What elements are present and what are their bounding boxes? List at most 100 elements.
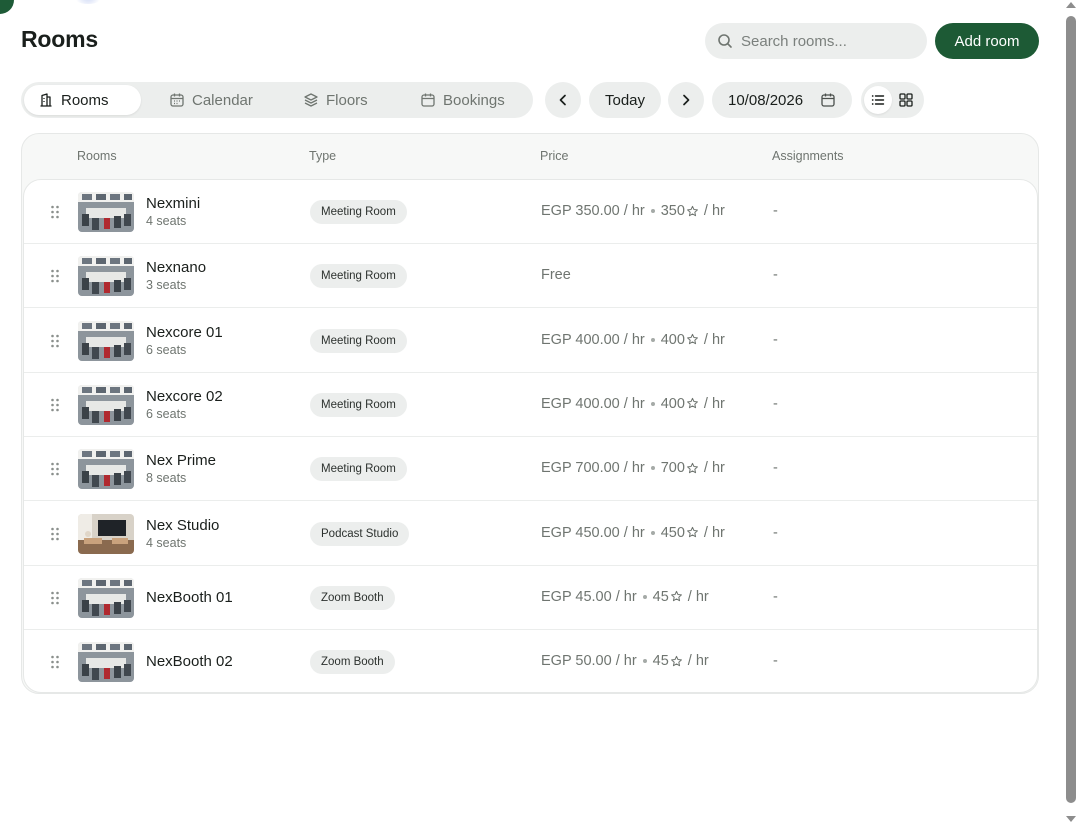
search-input[interactable] bbox=[741, 23, 921, 59]
search-box[interactable] bbox=[705, 23, 927, 59]
scroll-up-arrow[interactable] bbox=[1066, 2, 1076, 8]
room-type-badge: Meeting Room bbox=[310, 392, 407, 417]
room-name[interactable]: NexBooth 02 bbox=[146, 653, 233, 670]
date-picker[interactable]: 10/08/2026 bbox=[712, 82, 852, 118]
scrollbar[interactable] bbox=[1064, 0, 1092, 829]
room-photo bbox=[78, 256, 134, 297]
room-price: EGP 350.00 / hr 350 / hr bbox=[541, 203, 725, 219]
drag-handle[interactable] bbox=[51, 334, 59, 348]
tab-label: Bookings bbox=[443, 91, 505, 109]
credit-star-icon bbox=[686, 333, 698, 345]
room-price: EGP 700.00 / hr 700 / hr bbox=[541, 460, 725, 476]
room-seats: 3 seats bbox=[146, 278, 187, 293]
add-room-button[interactable]: Add room bbox=[935, 23, 1039, 59]
drag-handle[interactable] bbox=[51, 655, 59, 669]
search-icon bbox=[718, 34, 732, 48]
room-name[interactable]: Nexcore 01 bbox=[146, 324, 223, 341]
tab-label: Floors bbox=[326, 91, 368, 109]
room-assignments: - bbox=[773, 588, 778, 605]
tab-rooms[interactable]: Rooms bbox=[24, 85, 141, 115]
table-row[interactable]: Nexmini 4 seats Meeting Room EGP 350.00 / h… bbox=[24, 180, 1037, 244]
separator-dot bbox=[642, 659, 647, 664]
credit-unit-text: / hr bbox=[703, 331, 725, 348]
prev-button[interactable] bbox=[545, 82, 581, 118]
column-header-type: Type bbox=[309, 149, 337, 163]
drag-handle-icon[interactable] bbox=[51, 655, 59, 669]
room-name[interactable]: Nexnano bbox=[146, 259, 206, 276]
tab-floors[interactable]: Floors bbox=[289, 85, 382, 115]
price-text: EGP 450.00 / hr bbox=[541, 524, 645, 541]
column-header-rooms: Rooms bbox=[77, 149, 117, 163]
building-icon bbox=[40, 93, 52, 107]
table-row[interactable]: Nex Studio 4 seats Podcast Studio EGP 450.0… bbox=[24, 502, 1037, 566]
drag-handle-icon[interactable] bbox=[51, 462, 59, 476]
credits-text: 700 bbox=[660, 460, 685, 477]
table-row[interactable]: NexBooth 01 Zoom Booth EGP 45.00 / hr 45 / h… bbox=[24, 566, 1037, 630]
room-assignments: - bbox=[773, 331, 778, 348]
page-header: Rooms Add room bbox=[21, 22, 1039, 60]
drag-handle[interactable] bbox=[51, 527, 59, 541]
room-price: Free bbox=[541, 267, 571, 283]
credit-star-icon bbox=[686, 462, 698, 473]
price-text: EGP 50.00 / hr bbox=[541, 653, 637, 670]
room-name[interactable]: Nexmini bbox=[146, 195, 200, 212]
next-button[interactable] bbox=[668, 82, 704, 118]
drag-handle-icon[interactable] bbox=[51, 527, 59, 541]
drag-handle[interactable] bbox=[51, 269, 59, 283]
room-photo bbox=[78, 513, 134, 554]
room-photo bbox=[78, 192, 134, 232]
drag-handle-icon[interactable] bbox=[51, 269, 59, 283]
grid-icon bbox=[899, 93, 913, 107]
window-corner bbox=[0, 0, 14, 14]
room-photo bbox=[78, 449, 134, 490]
credit-unit-text: / hr bbox=[703, 395, 725, 412]
grid-view-button[interactable] bbox=[892, 86, 920, 114]
credit-star-icon bbox=[686, 205, 698, 216]
room-name[interactable]: Nex Studio bbox=[146, 517, 219, 534]
separator-dot bbox=[650, 337, 655, 342]
room-assignments: - bbox=[773, 395, 778, 412]
credit-star-icon bbox=[686, 526, 698, 538]
drag-handle[interactable] bbox=[51, 462, 59, 476]
price-text: EGP 400.00 / hr bbox=[541, 331, 645, 348]
room-assignments: - bbox=[773, 524, 778, 541]
drag-handle-icon[interactable] bbox=[51, 334, 59, 348]
tab-calendar[interactable]: Calendar bbox=[155, 85, 267, 115]
drag-handle[interactable] bbox=[51, 398, 59, 412]
room-seats: 6 seats bbox=[146, 342, 187, 357]
room-seats: 6 seats bbox=[146, 406, 187, 421]
separator-dot bbox=[650, 209, 655, 213]
tab-label: Calendar bbox=[192, 91, 253, 109]
credit-star-icon bbox=[686, 398, 698, 409]
room-photo bbox=[78, 384, 134, 425]
view-tabs: Rooms Calendar Floors Bookings bbox=[21, 82, 533, 118]
price-text: EGP 400.00 / hr bbox=[541, 395, 645, 412]
table-header: Rooms Type Price Assignments bbox=[22, 134, 1038, 179]
chevron-left-icon bbox=[559, 94, 566, 106]
drag-handle-icon[interactable] bbox=[51, 398, 59, 412]
room-name[interactable]: Nex Prime bbox=[146, 452, 216, 469]
column-header-price: Price bbox=[540, 149, 569, 163]
table-row[interactable]: Nexcore 02 6 seats Meeting Room EGP 400.00 … bbox=[24, 373, 1037, 437]
drag-handle[interactable] bbox=[51, 205, 59, 219]
table-row[interactable]: Nexcore 01 6 seats Meeting Room EGP 400.00 … bbox=[24, 309, 1037, 373]
room-type-badge: Meeting Room bbox=[310, 457, 407, 482]
table-row[interactable]: Nexnano 3 seats Meeting Room Free - bbox=[24, 244, 1037, 309]
tab-bookings[interactable]: Bookings bbox=[406, 85, 519, 115]
drag-handle[interactable] bbox=[51, 591, 59, 605]
list-view-button[interactable] bbox=[864, 86, 892, 114]
room-photo bbox=[78, 642, 134, 683]
drag-handle-icon[interactable] bbox=[51, 591, 59, 605]
table-row[interactable]: Nex Prime 8 seats Meeting Room EGP 700.00 /… bbox=[24, 437, 1037, 502]
scroll-down-arrow[interactable] bbox=[1066, 816, 1076, 822]
credits-text: 350 bbox=[660, 203, 685, 219]
drag-handle-icon[interactable] bbox=[51, 205, 59, 219]
room-assignments: - bbox=[773, 653, 778, 670]
scroll-thumb[interactable] bbox=[1066, 16, 1076, 803]
room-name[interactable]: NexBooth 01 bbox=[146, 589, 233, 606]
table-row[interactable]: NexBooth 02 Zoom Booth EGP 50.00 / hr 45 / h… bbox=[24, 630, 1037, 692]
credit-star-icon bbox=[670, 591, 682, 602]
today-button[interactable]: Today bbox=[589, 82, 661, 118]
room-name[interactable]: Nexcore 02 bbox=[146, 388, 223, 405]
credits-text: 45 bbox=[652, 653, 669, 670]
